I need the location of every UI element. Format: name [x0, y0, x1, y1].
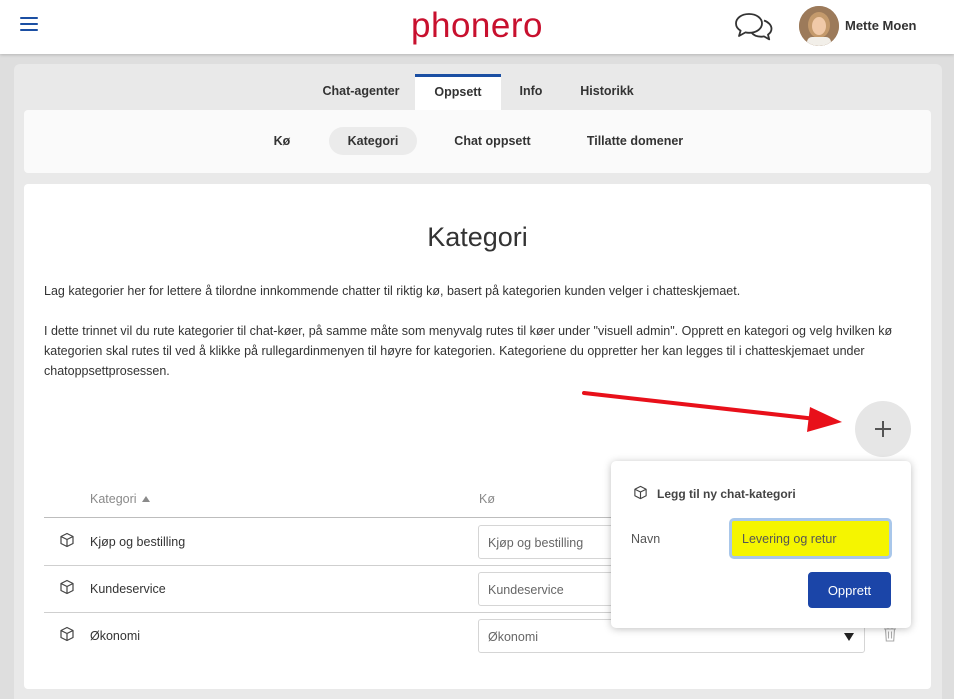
- subtab-kategori[interactable]: Kategori: [329, 127, 417, 155]
- cube-icon: [60, 626, 74, 642]
- trash-icon[interactable]: [883, 626, 897, 642]
- create-button[interactable]: Opprett: [808, 572, 891, 608]
- tab-oppsett[interactable]: Oppsett: [415, 74, 501, 110]
- logo-text[interactable]: phonero: [411, 6, 543, 45]
- description-intro: Lag kategorier her for lettere å tilordn…: [44, 284, 741, 298]
- main-tabs: Chat-agenter Oppsett Info Historikk: [14, 74, 942, 110]
- column-header-ko[interactable]: Kø: [479, 492, 495, 506]
- column-header-kategori[interactable]: Kategori: [90, 492, 150, 506]
- subtab-tillatte-domener[interactable]: Tillatte domener: [574, 127, 696, 155]
- add-category-popover: Legg til ny chat-kategori Navn Opprett: [611, 461, 911, 628]
- category-name-input[interactable]: [729, 518, 892, 559]
- tab-historikk[interactable]: Historikk: [561, 74, 653, 110]
- hamburger-icon[interactable]: [20, 17, 38, 33]
- avatar[interactable]: [799, 6, 839, 46]
- cube-icon: [60, 579, 74, 595]
- user-name[interactable]: Mette Moen: [845, 18, 917, 33]
- row-category-name: Kjøp og bestilling: [90, 535, 186, 549]
- avatar-photo: [799, 6, 839, 46]
- add-category-button[interactable]: [855, 401, 911, 457]
- sort-ascending-icon: [141, 496, 150, 502]
- cube-icon: [634, 485, 647, 500]
- sub-navigation: Kø Kategori Chat oppsett Tillatte domene…: [24, 110, 931, 173]
- caret-down-icon: [844, 633, 854, 641]
- top-bar: phonero Mette Moen: [0, 0, 954, 54]
- subtab-chat-oppsett[interactable]: Chat oppsett: [440, 127, 545, 155]
- cube-icon: [60, 532, 74, 548]
- page-title: Kategori: [427, 222, 528, 252]
- row-category-name: Kundeservice: [90, 582, 166, 596]
- name-label: Navn: [631, 532, 661, 546]
- description-details: I dette trinnet vil du rute kategorier t…: [44, 324, 893, 378]
- popover-title: Legg til ny chat-kategori: [657, 487, 796, 501]
- tab-info[interactable]: Info: [501, 74, 561, 110]
- row-category-name: Økonomi: [90, 629, 141, 643]
- subtab-ko[interactable]: Kø: [260, 127, 304, 155]
- tab-chat-agenter[interactable]: Chat-agenter: [307, 74, 415, 110]
- chat-bubbles-icon[interactable]: [734, 10, 774, 42]
